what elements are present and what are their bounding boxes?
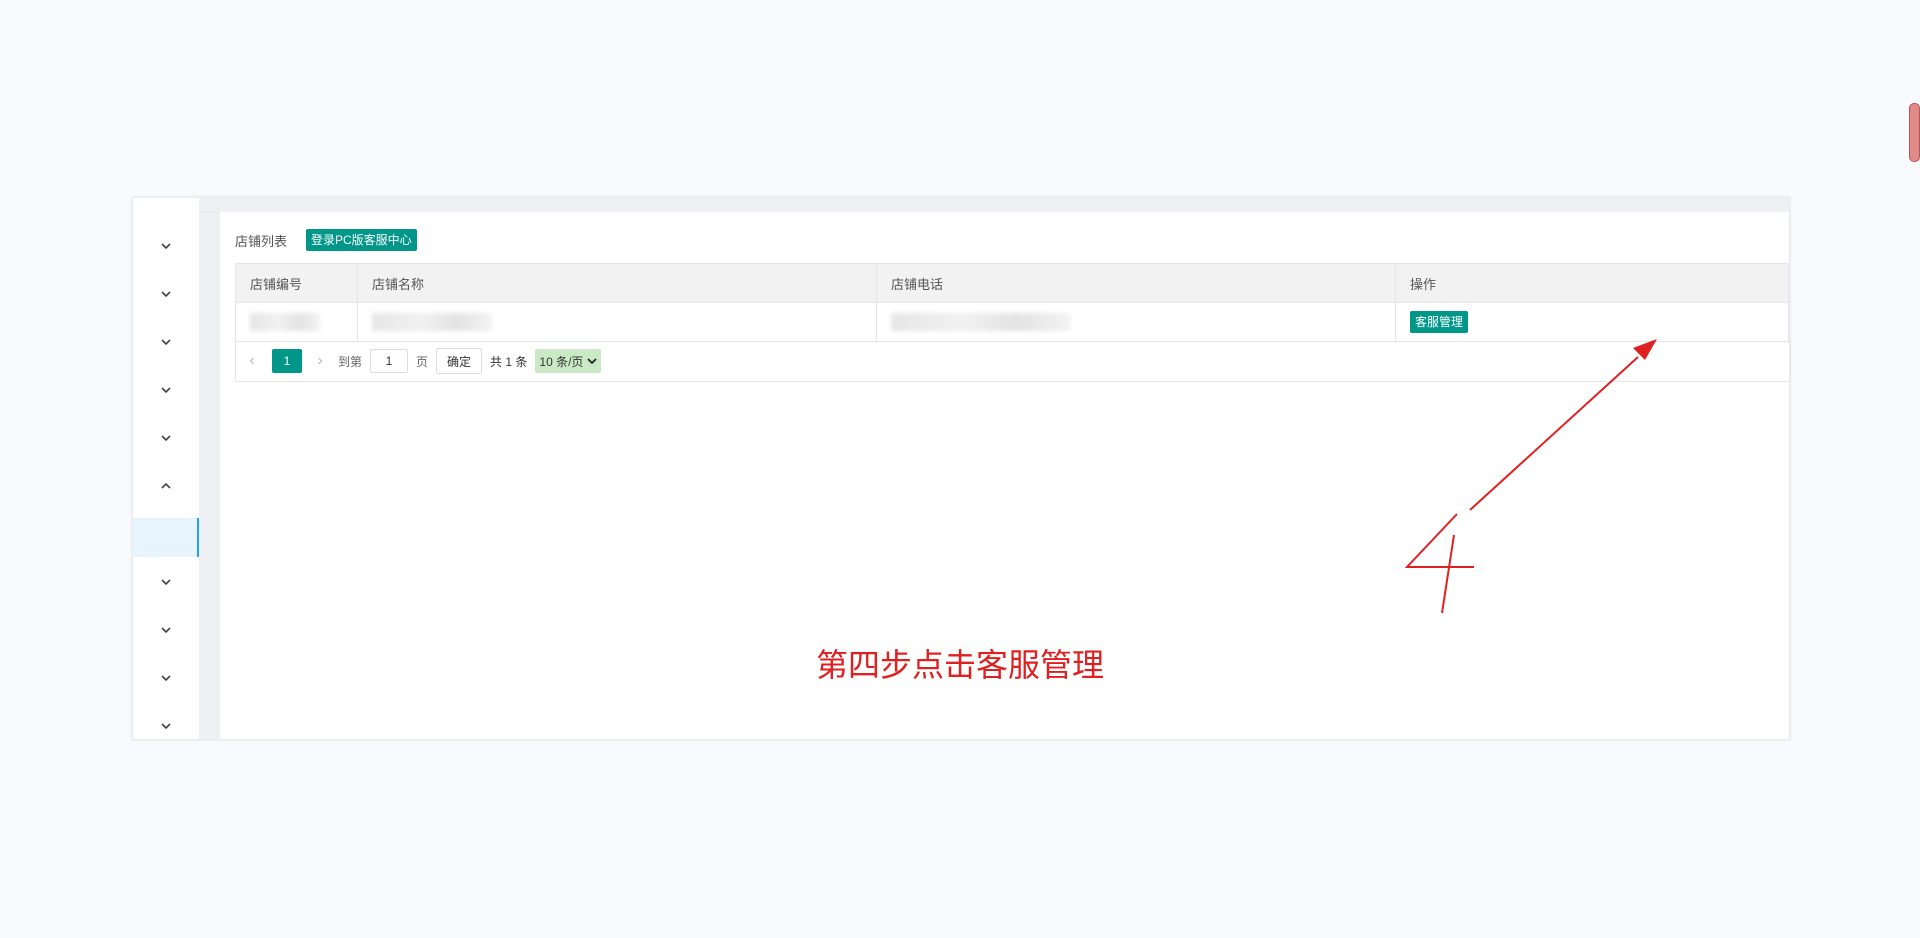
toolbar: 店铺列表 登录PC版客服中心 <box>235 229 417 251</box>
chevron-down-icon <box>161 339 171 346</box>
chevron-down-icon <box>161 675 171 682</box>
chevron-down-icon <box>161 435 171 442</box>
page-number-input[interactable] <box>370 349 409 373</box>
content-gutter <box>200 198 220 739</box>
goto-label: 到第 <box>338 354 363 369</box>
next-page-icon[interactable]: › <box>310 352 330 370</box>
confirm-page-button[interactable]: 确定 <box>436 348 483 374</box>
redacted-value <box>250 313 320 331</box>
sidebar-item-10[interactable] <box>133 706 199 746</box>
redacted-value <box>891 313 1071 331</box>
redacted-value <box>372 313 492 331</box>
chevron-down-icon <box>161 579 171 586</box>
sidebar-item-5[interactable] <box>133 418 199 458</box>
chevron-up-icon <box>161 482 171 489</box>
cell-shop-name <box>357 302 877 342</box>
sidebar-subitem-active[interactable] <box>133 518 199 557</box>
pagination: ‹ 1 › 到第 页 确定 共 1 条 10 条/页 <box>235 341 1791 382</box>
prev-page-icon[interactable]: ‹ <box>242 352 262 370</box>
column-header-shop-phone[interactable]: 店铺电话 <box>876 263 1396 303</box>
sidebar-item-6-expanded[interactable] <box>133 466 199 506</box>
sidebar-item-4[interactable] <box>133 370 199 410</box>
cell-actions: 客服管理 <box>1395 302 1789 342</box>
sidebar-item-1[interactable] <box>133 226 199 266</box>
sidebar-item-7[interactable] <box>133 562 199 602</box>
column-header-shop-id[interactable]: 店铺编号 <box>235 263 358 303</box>
sidebar-item-8[interactable] <box>133 610 199 650</box>
page-scrollbar-thumb[interactable] <box>1909 103 1920 162</box>
table-header-row: 店铺编号 店铺名称 店铺电话 操作 <box>235 263 1789 303</box>
chevron-down-icon <box>161 291 171 298</box>
shop-table: 店铺编号 店铺名称 店铺电话 操作 客服管理 <box>235 263 1789 342</box>
cell-shop-id <box>235 302 358 342</box>
page-1-button[interactable]: 1 <box>272 349 302 373</box>
table-row: 客服管理 <box>235 302 1789 342</box>
total-count: 共 1 条 <box>490 354 528 369</box>
chevron-down-icon <box>587 358 598 365</box>
page-title: 店铺列表 <box>235 233 288 249</box>
chevron-down-icon <box>161 723 171 730</box>
chevron-down-icon <box>161 243 171 250</box>
sidebar-item-3[interactable] <box>133 322 199 362</box>
sidebar-item-2[interactable] <box>133 274 199 314</box>
customer-service-management-button[interactable]: 客服管理 <box>1410 311 1469 333</box>
page-unit-label: 页 <box>416 354 429 369</box>
cell-shop-phone <box>876 302 1396 342</box>
chevron-down-icon <box>161 387 171 394</box>
tab-bar <box>200 198 1789 213</box>
sidebar-item-9[interactable] <box>133 658 199 698</box>
column-header-actions: 操作 <box>1395 263 1789 303</box>
chevron-down-icon <box>161 627 171 634</box>
page-size-value: 10 条/页 <box>539 354 584 369</box>
column-header-shop-name[interactable]: 店铺名称 <box>357 263 877 303</box>
login-pc-service-center-button[interactable]: 登录PC版客服中心 <box>306 229 417 251</box>
page-size-select[interactable]: 10 条/页 <box>535 349 602 373</box>
annotation-instruction: 第四步点击客服管理 <box>816 646 1105 684</box>
sidebar <box>133 198 200 739</box>
